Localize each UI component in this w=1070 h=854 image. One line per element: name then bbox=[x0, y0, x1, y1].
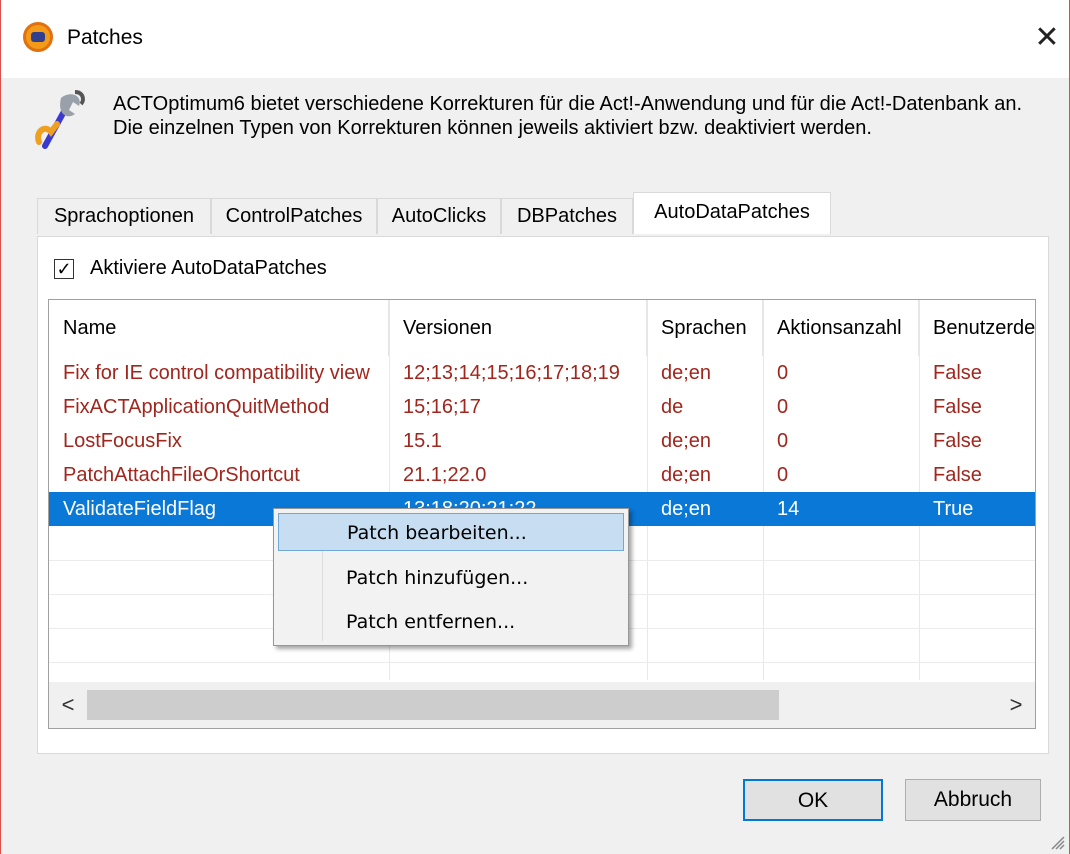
tools-icon bbox=[35, 90, 85, 149]
menu-item-patch-entfernen[interactable]: Patch entfernen... bbox=[278, 603, 624, 641]
tab-dbpatches[interactable]: DBPatches bbox=[501, 198, 633, 234]
cell-aktionsanzahl: 0 bbox=[777, 464, 789, 486]
autodatapatches-panel: ✓ Aktiviere AutoDataPatches Name Version… bbox=[37, 236, 1049, 754]
enable-autodatapatches-checkbox[interactable]: ✓ bbox=[54, 259, 74, 279]
ok-button[interactable]: OK bbox=[743, 779, 883, 821]
resize-grip-icon[interactable] bbox=[1047, 832, 1065, 850]
menu-item-patch-bearbeiten[interactable]: Patch bearbeiten... bbox=[278, 513, 624, 551]
close-icon[interactable]: ✕ bbox=[1029, 20, 1065, 56]
cell-sprachen: de;en bbox=[661, 430, 712, 452]
table-row[interactable]: PatchAttachFileOrShortcut 21.1;22.0 de;e… bbox=[49, 458, 1035, 492]
act-app-icon bbox=[23, 22, 53, 52]
title-bar: Patches ✕ bbox=[1, 0, 1069, 78]
cell-sprachen: de;en bbox=[661, 498, 712, 520]
cell-sprachen: de bbox=[661, 396, 684, 418]
row-divider bbox=[49, 662, 1035, 663]
table-row[interactable]: Fix for IE control compatibility view 12… bbox=[49, 356, 1035, 390]
cell-aktionsanzahl: 0 bbox=[777, 430, 789, 452]
column-header-name[interactable]: Name bbox=[49, 300, 389, 356]
cell-benutzerde: True bbox=[933, 498, 974, 520]
enable-autodatapatches-label: Aktiviere AutoDataPatches bbox=[90, 257, 327, 279]
cancel-button[interactable]: Abbruch bbox=[905, 779, 1041, 821]
cell-benutzerde: False bbox=[933, 464, 982, 486]
table-row[interactable]: FixACTApplicationQuitMethod 15;16;17 de … bbox=[49, 390, 1035, 424]
cell-aktionsanzahl: 0 bbox=[777, 396, 789, 418]
window-title: Patches bbox=[67, 26, 143, 49]
cell-versionen: 15;16;17 bbox=[403, 396, 481, 418]
cell-versionen: 21.1;22.0 bbox=[403, 464, 487, 486]
cell-versionen: 12;13;14;15;16;17;18;19 bbox=[403, 362, 620, 384]
cell-aktionsanzahl: 14 bbox=[777, 498, 800, 520]
cell-name: LostFocusFix bbox=[63, 430, 182, 452]
column-header-benutzerde[interactable]: Benutzerde bbox=[919, 300, 1035, 356]
column-header-sprachen[interactable]: Sprachen bbox=[647, 300, 763, 356]
cell-benutzerde: False bbox=[933, 430, 982, 452]
scrollbar-thumb[interactable] bbox=[87, 690, 779, 720]
tab-autoclicks[interactable]: AutoClicks bbox=[377, 198, 501, 234]
column-header-versionen[interactable]: Versionen bbox=[389, 300, 647, 356]
table-row[interactable]: LostFocusFix 15.1 de;en 0 False bbox=[49, 424, 1035, 458]
tab-autodatapatches[interactable]: AutoDataPatches bbox=[633, 192, 831, 234]
cell-aktionsanzahl: 0 bbox=[777, 362, 789, 384]
description-text: ACTOptimum6 bietet verschiedene Korrektu… bbox=[113, 93, 1023, 139]
cell-benutzerde: False bbox=[933, 396, 982, 418]
tab-controlpatches[interactable]: ControlPatches bbox=[211, 198, 377, 234]
menu-item-patch-hinzufuegen[interactable]: Patch hinzufügen... bbox=[278, 559, 624, 597]
horizontal-scrollbar[interactable]: < > bbox=[49, 682, 1035, 728]
context-menu: Patch bearbeiten... Patch hinzufügen... … bbox=[273, 508, 629, 646]
cell-name: PatchAttachFileOrShortcut bbox=[63, 464, 300, 486]
scroll-right-arrow-icon[interactable]: > bbox=[997, 682, 1035, 728]
patches-dialog: Patches ✕ ACTOptimum6 bietet verschieden… bbox=[0, 0, 1070, 854]
cell-versionen: 15.1 bbox=[403, 430, 442, 452]
cell-name: Fix for IE control compatibility view bbox=[63, 362, 370, 384]
cell-name: FixACTApplicationQuitMethod bbox=[63, 396, 330, 418]
cell-sprachen: de;en bbox=[661, 362, 712, 384]
grid-header: Name Versionen Sprachen Aktionsanzahl Be… bbox=[49, 300, 1035, 356]
cell-sprachen: de;en bbox=[661, 464, 712, 486]
cell-benutzerde: False bbox=[933, 362, 982, 384]
column-header-aktionsanzahl[interactable]: Aktionsanzahl bbox=[763, 300, 919, 356]
tab-sprachoptionen[interactable]: Sprachoptionen bbox=[37, 198, 211, 234]
scroll-left-arrow-icon[interactable]: < bbox=[49, 682, 87, 728]
